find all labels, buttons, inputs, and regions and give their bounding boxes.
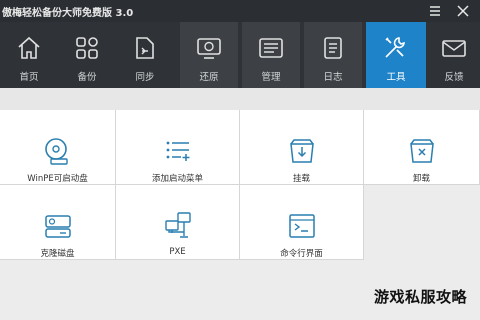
tool-label: 命令行界面 bbox=[280, 249, 323, 259]
tool-disk-clone[interactable]: 克隆磁盘 bbox=[0, 185, 116, 260]
add-boot-menu-icon bbox=[166, 141, 189, 161]
tool-pxe[interactable]: PXE bbox=[116, 185, 240, 260]
nav-label: 日志 bbox=[323, 72, 343, 83]
command-line-icon bbox=[288, 214, 315, 238]
nav-backup[interactable]: 备份 bbox=[58, 22, 116, 88]
nav-label: 管理 bbox=[261, 72, 281, 83]
nav-home[interactable]: 首页 bbox=[0, 22, 58, 88]
pxe-network-icon bbox=[164, 212, 191, 238]
manage-icon bbox=[259, 38, 283, 58]
tool-label: 克隆磁盘 bbox=[40, 249, 75, 259]
tool-command-line[interactable]: 命令行界面 bbox=[240, 185, 364, 260]
watermark-text: 游戏私服攻略 bbox=[374, 288, 468, 306]
restore-icon bbox=[197, 38, 221, 59]
mount-icon bbox=[289, 139, 314, 163]
backup-icon bbox=[76, 37, 98, 59]
tool-label: 添加启动菜单 bbox=[151, 174, 203, 184]
nav-sync[interactable]: 同步 bbox=[116, 22, 174, 88]
nav-label: 还原 bbox=[199, 72, 219, 83]
nav-label: 首页 bbox=[19, 72, 39, 83]
tool-label: 卸载 bbox=[412, 174, 430, 184]
window-title: 傲梅轻松备份大师免费版 3.0 bbox=[2, 8, 134, 19]
nav-log[interactable]: 日志 bbox=[304, 22, 362, 88]
disk-clone-icon bbox=[44, 215, 71, 238]
tool-label: PXE bbox=[169, 247, 186, 257]
header-band bbox=[0, 88, 480, 110]
tool-label: 挂载 bbox=[292, 174, 310, 184]
title-bar: 傲梅轻松备份大师免费版 3.0 bbox=[0, 0, 480, 22]
nav-feedback[interactable]: 反馈 bbox=[428, 22, 480, 88]
menu-icon[interactable] bbox=[424, 0, 446, 22]
tool-add-boot-menu[interactable]: 添加启动菜单 bbox=[116, 110, 240, 185]
log-icon bbox=[324, 37, 342, 59]
unmount-icon bbox=[409, 139, 434, 163]
nav-restore[interactable]: 还原 bbox=[180, 22, 238, 88]
sync-icon bbox=[136, 37, 154, 59]
tools-icon bbox=[385, 37, 405, 58]
main-toolbar: 首页 备份 同步 还原 管理 日志 工具 反馈 bbox=[0, 22, 480, 88]
feedback-icon bbox=[442, 40, 466, 57]
nav-label: 反馈 bbox=[444, 72, 464, 83]
nav-manage[interactable]: 管理 bbox=[242, 22, 300, 88]
nav-label: 同步 bbox=[135, 72, 155, 83]
home-icon bbox=[18, 36, 40, 59]
nav-tools[interactable]: 工具 bbox=[366, 22, 426, 88]
tool-winpe-bootable-disc[interactable]: WinPE可启动盘 bbox=[0, 110, 116, 185]
tool-label: WinPE可启动盘 bbox=[27, 174, 88, 184]
bootable-disc-icon bbox=[44, 138, 68, 165]
close-icon[interactable] bbox=[452, 0, 474, 22]
tool-unmount[interactable]: 卸载 bbox=[364, 110, 480, 185]
nav-label: 备份 bbox=[77, 72, 97, 83]
tool-mount[interactable]: 挂载 bbox=[240, 110, 364, 185]
nav-label: 工具 bbox=[386, 72, 406, 83]
